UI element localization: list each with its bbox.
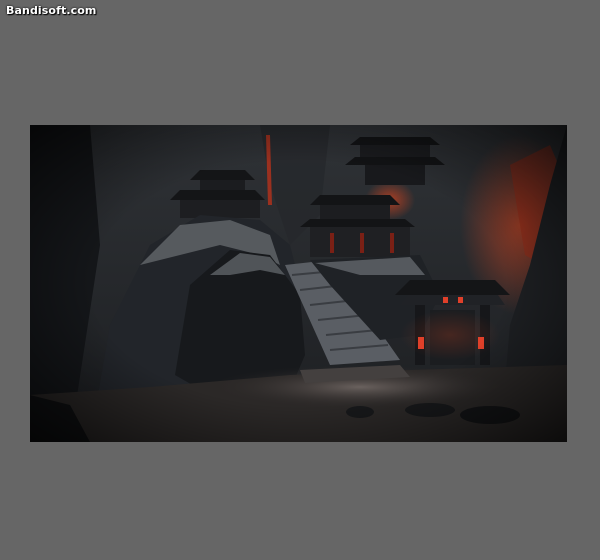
bandisoft-watermark: Bandisoft.com (6, 4, 97, 17)
vignette (30, 125, 567, 442)
dark-temple-artwork (30, 125, 567, 442)
image-viewer (30, 125, 567, 442)
